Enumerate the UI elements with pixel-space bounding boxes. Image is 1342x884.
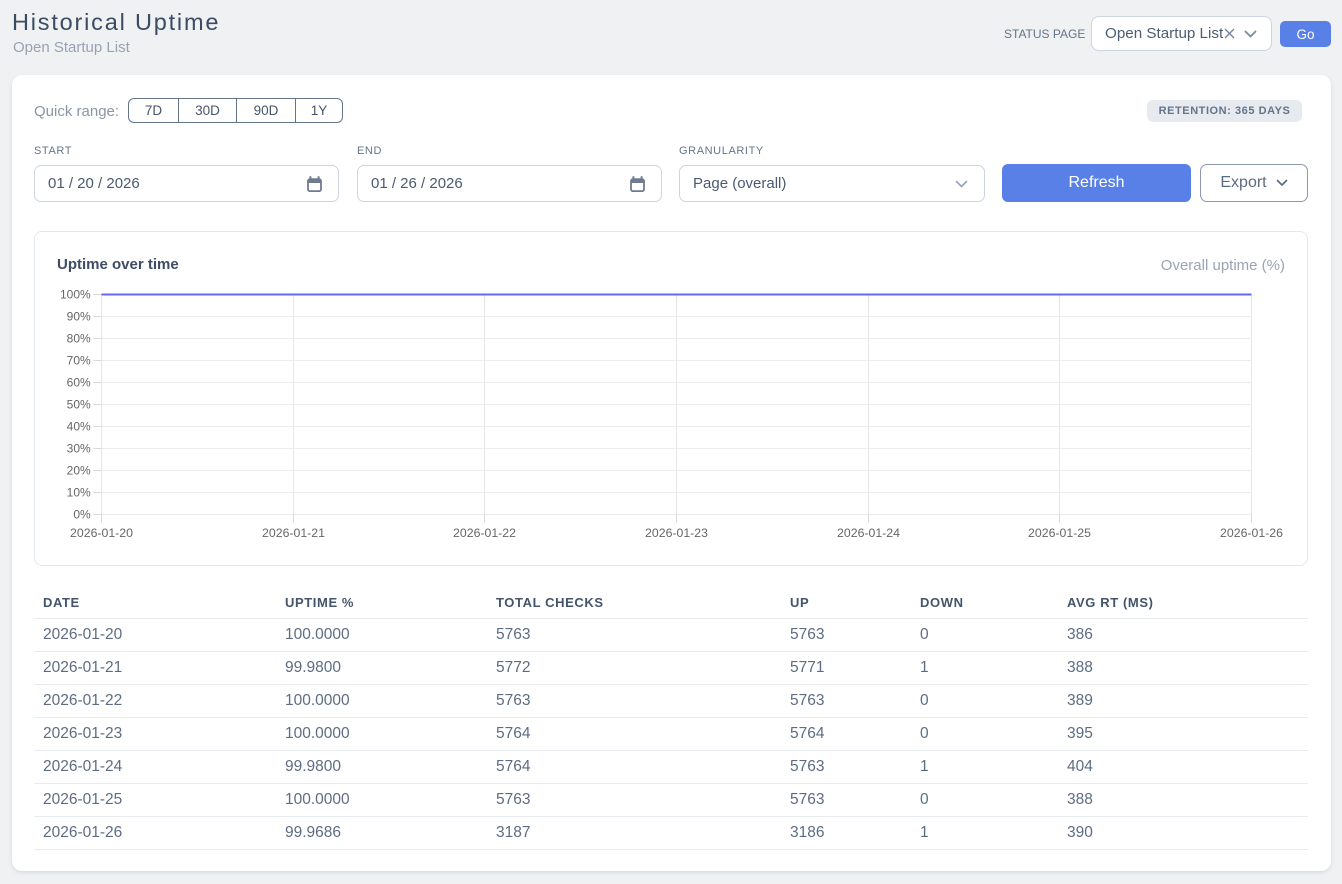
- svg-text:10%: 10%: [67, 486, 91, 500]
- svg-text:40%: 40%: [67, 420, 91, 434]
- svg-text:2026-01-23: 2026-01-23: [645, 526, 708, 540]
- svg-text:2026-01-21: 2026-01-21: [262, 526, 325, 540]
- svg-text:80%: 80%: [67, 332, 91, 346]
- svg-text:2026-01-22: 2026-01-22: [453, 526, 516, 540]
- svg-text:2026-01-24: 2026-01-24: [837, 526, 900, 540]
- svg-text:2026-01-26: 2026-01-26: [1220, 526, 1283, 540]
- svg-text:100%: 100%: [60, 288, 91, 302]
- svg-text:60%: 60%: [67, 376, 91, 390]
- svg-text:2026-01-25: 2026-01-25: [1028, 526, 1091, 540]
- svg-text:2026-01-20: 2026-01-20: [70, 526, 133, 540]
- svg-text:0%: 0%: [73, 508, 91, 522]
- svg-text:30%: 30%: [67, 442, 91, 456]
- svg-text:90%: 90%: [67, 310, 91, 324]
- svg-text:50%: 50%: [67, 398, 91, 412]
- svg-text:20%: 20%: [67, 464, 91, 478]
- svg-text:70%: 70%: [67, 354, 91, 368]
